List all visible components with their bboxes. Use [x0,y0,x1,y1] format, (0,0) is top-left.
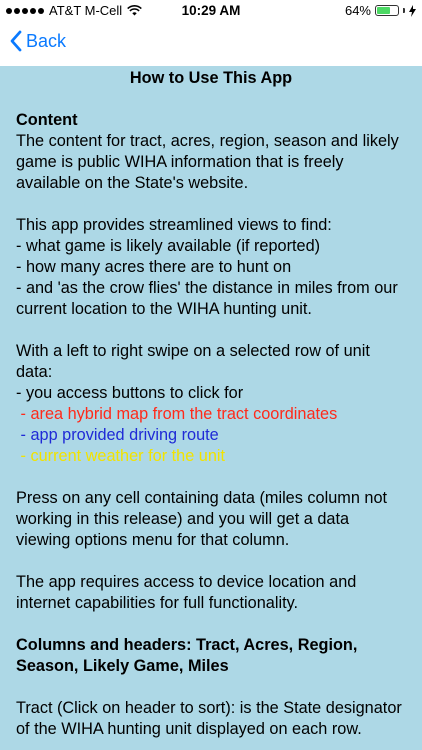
battery-level [377,7,390,14]
swipe-buttons-intro: - you access buttons to click for [16,384,244,402]
views-intro: This app provides streamlined views to f… [16,216,332,234]
content-paragraph: The content for tract, acres, region, se… [16,132,399,192]
columns-heading: Columns and headers: Tract, Acres, Regio… [16,636,358,675]
status-bar: AT&T M-Cell 10:29 AM 64% [0,0,422,22]
swipe-option-route: - app provided driving route [16,426,219,444]
views-item-distance: - and 'as the crow flies' the distance i… [16,279,398,318]
swipe-option-map: - area hybrid map from the tract coordin… [16,405,338,423]
views-item-game: - what game is likely available (if repo… [16,237,321,255]
battery-cap [403,8,405,13]
back-label: Back [26,30,67,51]
battery-percent: 64% [344,3,371,18]
nav-bar: Back [0,22,422,66]
views-item-acres: - how many acres there are to hunt on [16,258,292,276]
tract-paragraph: Tract (Click on header to sort): is the … [16,699,402,738]
charging-bolt-icon [409,4,416,17]
press-paragraph: Press on any cell containing data (miles… [16,489,388,549]
back-button[interactable]: Back [10,30,66,52]
swipe-option-weather: - current weather for the unit [16,447,226,465]
swipe-intro: With a left to right swipe on a selected… [16,342,370,381]
status-right: 64% [345,3,416,18]
battery-icon [375,5,399,16]
chevron-left-icon [10,30,22,52]
help-content[interactable]: How to Use This App Content The content … [0,66,422,750]
content-heading: Content [16,111,78,129]
requires-paragraph: The app requires access to device locati… [16,573,357,612]
page-title: How to Use This App [129,69,293,87]
